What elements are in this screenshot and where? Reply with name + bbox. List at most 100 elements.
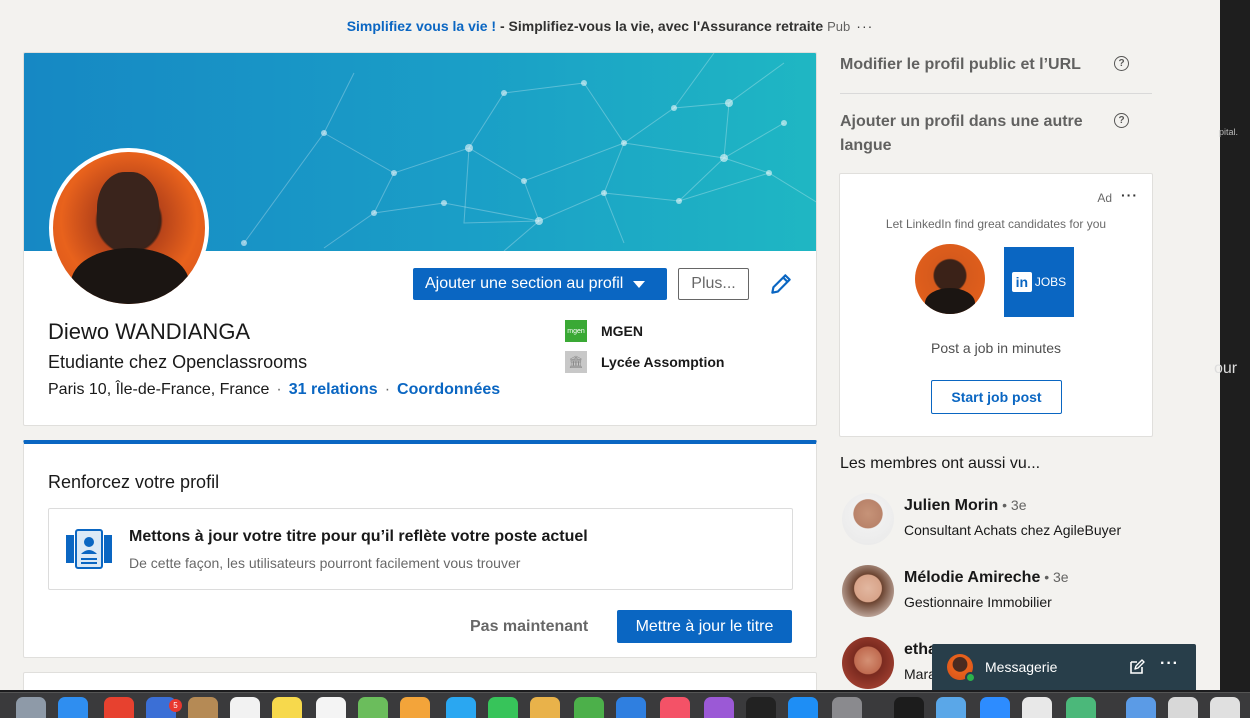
profile-card-icon <box>66 529 112 569</box>
mgen-logo: mgen <box>565 320 587 342</box>
avatar[interactable] <box>842 565 894 617</box>
pages-icon[interactable] <box>530 697 560 718</box>
top-ad-more-icon[interactable]: ··· <box>856 18 873 34</box>
background-window-strip: pital. our <box>1214 0 1250 690</box>
photos-icon[interactable] <box>400 697 430 718</box>
launchpad-icon[interactable] <box>16 697 46 718</box>
member-name-line[interactable]: Mélodie Amireche • 3e <box>904 569 1069 587</box>
terminal-icon[interactable] <box>894 697 924 718</box>
atom-icon[interactable] <box>1066 697 1096 718</box>
edit-public-profile-link[interactable]: Modifier le profil public et l’URL <box>840 53 1100 77</box>
profile-location-line: Paris 10, Île-de-France, France · 31 relat… <box>48 381 500 399</box>
separator-dot: · <box>384 381 391 398</box>
separator-dot: · <box>276 381 282 398</box>
ad-label: Ad <box>1097 191 1112 205</box>
top-ad-banner[interactable]: Simplifiez vous la vie ! - Simplifiez-vo… <box>0 18 1220 34</box>
textedit-icon[interactable] <box>1022 697 1052 718</box>
not-now-button[interactable]: Pas maintenant <box>470 611 588 643</box>
numbers-icon[interactable] <box>574 697 604 718</box>
org-mgen[interactable]: mgen MGEN <box>565 320 643 342</box>
messaging-bar[interactable]: Messagerie ··· <box>932 644 1196 690</box>
top-ad-pub-label: Pub <box>827 19 851 34</box>
next-section-card <box>23 672 817 690</box>
messaging-more-icon[interactable]: ··· <box>1160 655 1179 673</box>
org-lycee-assomption[interactable]: 🏛 Lycée Assomption <box>565 351 724 373</box>
connections-link[interactable]: 31 relations <box>289 381 378 398</box>
browser-window: Simplifiez vous la vie ! - Simplifiez-vo… <box>0 0 1220 690</box>
update-headline-button[interactable]: Mettre à jour le titre <box>617 610 792 643</box>
start-job-post-button[interactable]: Start job post <box>931 380 1062 414</box>
org-name: MGEN <box>601 323 643 339</box>
contact-info-link[interactable]: Coordonnées <box>397 381 500 398</box>
profile-headline: Etudiante chez Openclassrooms <box>48 352 308 372</box>
chrome-icon[interactable] <box>104 697 134 718</box>
list-item[interactable]: Mélodie Amireche • 3e Gestionnaire Immob… <box>840 565 1200 625</box>
member-name[interactable]: Mélodie Amireche <box>904 569 1040 586</box>
mail-badge: 5 <box>169 699 182 712</box>
member-degree: • 3e <box>998 497 1027 513</box>
maps-icon[interactable] <box>358 697 388 718</box>
document-stack-icon[interactable] <box>1168 697 1198 718</box>
podcasts-icon[interactable] <box>704 697 734 718</box>
suggestion-title: Mettons à jour votre titre pour qu’il re… <box>129 528 588 545</box>
ad-more-icon[interactable]: ··· <box>1121 187 1138 203</box>
profile-avatar[interactable] <box>49 148 209 308</box>
contacts-icon[interactable] <box>188 697 218 718</box>
safari-icon[interactable] <box>58 697 88 718</box>
strengthen-profile-card: Renforcez votre profil Mettons à jour vo… <box>23 440 817 658</box>
suggestion-subtitle: De cette façon, les utilisateurs pourron… <box>129 555 521 571</box>
also-viewed-title: Les membres ont aussi vu... <box>840 455 1041 472</box>
add-section-button[interactable]: Ajouter une section au profil <box>413 268 667 300</box>
app-store-icon[interactable] <box>788 697 818 718</box>
avatar-body <box>925 288 975 314</box>
org-name: Lycée Assomption <box>601 354 725 370</box>
music-icon[interactable] <box>660 697 690 718</box>
more-button[interactable]: Plus... <box>678 268 749 300</box>
avatar-face <box>97 172 159 252</box>
member-title: Gestionnaire Immobilier <box>904 594 1052 610</box>
member-title: Consultant Achats chez AgileBuyer <box>904 522 1122 538</box>
list-item[interactable]: Julien Morin • 3e Consultant Achats chez… <box>840 493 1200 553</box>
compose-icon[interactable] <box>1128 658 1146 676</box>
strengthen-title: Renforcez votre profil <box>48 472 220 492</box>
ad-tagline: Let LinkedIn find great candidates for y… <box>885 217 1107 231</box>
profile-card: Ajouter une section au profil Plus... Di… <box>23 52 817 426</box>
messages-icon[interactable] <box>446 697 476 718</box>
caret-down-icon <box>633 280 646 288</box>
background-text-fragment: our <box>1214 360 1238 377</box>
downloads-folder-icon[interactable] <box>1126 697 1156 718</box>
zoom-icon[interactable] <box>980 697 1010 718</box>
trash-icon[interactable] <box>1210 697 1240 718</box>
calendar-icon[interactable] <box>230 697 260 718</box>
facetime-icon[interactable] <box>488 697 518 718</box>
messaging-label[interactable]: Messagerie <box>985 659 1057 675</box>
top-ad-link[interactable]: Simplifiez vous la vie ! <box>347 18 496 34</box>
member-name-line[interactable]: Julien Morin • 3e <box>904 497 1027 515</box>
add-section-label: Ajouter une section au profil <box>425 275 624 292</box>
school-building-icon: 🏛 <box>565 351 587 373</box>
macos-dock <box>0 692 1250 718</box>
member-name[interactable]: Julien Morin <box>904 497 998 514</box>
top-ad-text[interactable]: Simplifiez-vous la vie, avec l'Assurance… <box>509 18 824 34</box>
help-icon[interactable]: ? <box>1114 113 1129 128</box>
avatar[interactable] <box>842 493 894 545</box>
jobs-text: JOBS <box>1034 275 1067 289</box>
member-degree: • 3e <box>1040 569 1069 585</box>
settings-icon[interactable] <box>832 697 862 718</box>
avatar[interactable] <box>842 637 894 689</box>
pencil-icon[interactable] <box>768 271 794 297</box>
top-ad-separator: - <box>496 18 509 34</box>
add-language-profile-link[interactable]: Ajouter un profil dans une autre langue <box>840 110 1100 158</box>
notes-icon[interactable] <box>272 697 302 718</box>
reminders-icon[interactable] <box>316 697 346 718</box>
avatar-body <box>71 248 189 304</box>
help-icon[interactable]: ? <box>1114 56 1129 71</box>
rail-divider <box>840 93 1152 94</box>
profile-location: Paris 10, Île-de-France, France <box>48 381 270 398</box>
suggestion-box: Mettons à jour votre titre pour qu’il re… <box>48 508 793 590</box>
profile-name: Diewo WANDIANGA <box>48 319 251 344</box>
keynote-icon[interactable] <box>616 697 646 718</box>
xcode-icon[interactable] <box>936 697 966 718</box>
tv-icon[interactable] <box>746 697 776 718</box>
ad-user-avatar <box>915 244 985 314</box>
